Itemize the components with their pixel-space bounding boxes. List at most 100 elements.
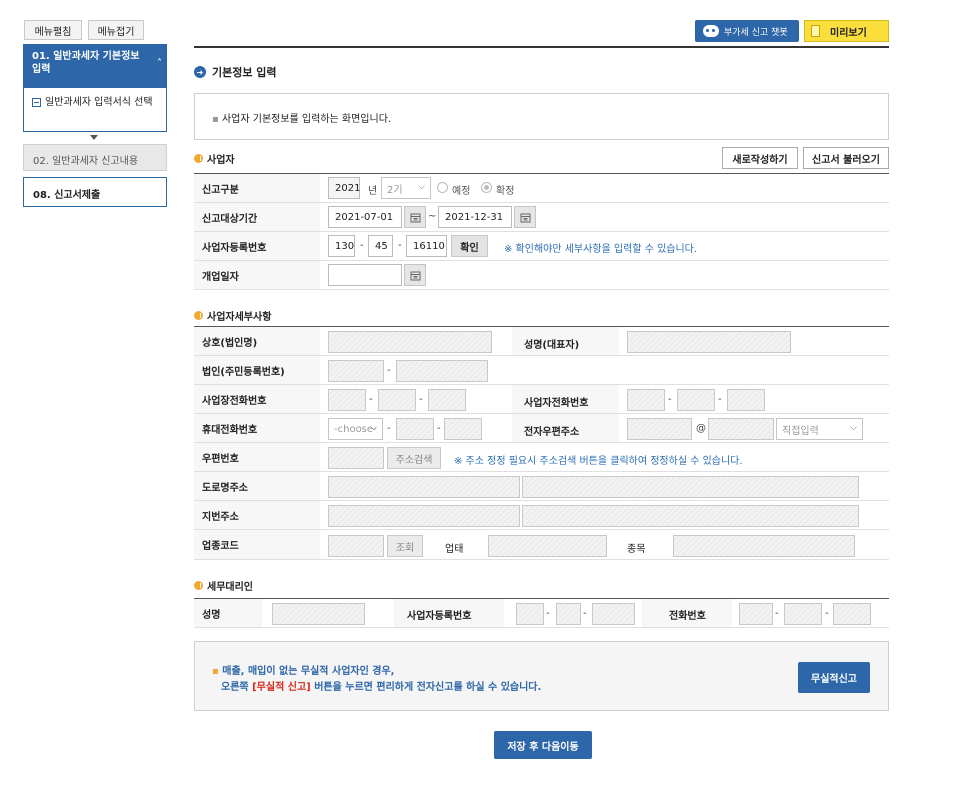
agent-phone-part2[interactable] [784,603,822,625]
sidebar-step1-label: 01. 일반과세자 기본정보 입력 [32,51,140,75]
office-phone-label: 사업장전화번호 [194,385,320,413]
agent-reg-part1[interactable] [516,603,544,625]
load-report-button[interactable]: 신고서 불러오기 [803,147,889,169]
page-title-text: 기본정보 입력 [212,66,277,79]
email-id-input[interactable] [627,418,692,440]
biz-phone-part2[interactable] [677,389,715,411]
arrow-right-circle-icon: ➜ [194,66,206,78]
confirm-button[interactable]: 확인 [451,235,488,257]
mobile-label: 휴대전화번호 [194,414,320,442]
biz-phone-part3[interactable] [727,389,765,411]
business-section-title: 사업자 [194,151,235,166]
business-table: 신고구분 신고대상기간 사업자등록번호 개업일자 2021 년 2기 ⌵ 예정 확… [194,173,889,290]
check-circle-icon [194,311,203,320]
info-box: ▪ 사업자 기본정보를 입력하는 화면입니다. [194,93,889,140]
email-domain-input[interactable] [708,418,774,440]
biz-type-label: 업태 [445,544,464,555]
no-performance-report-button[interactable]: 무실적신고 [798,662,870,693]
jibun-address-input1[interactable] [328,505,520,527]
mobile-prefix-select[interactable]: -choose- ⌵ [328,418,383,440]
mobile-part2[interactable] [396,418,434,440]
corp-no-label: 법인(주민등록번호) [194,356,320,384]
preview-button[interactable]: 미리보기 [804,20,889,42]
notice-box: ▪ 매출, 매입이 없는 무실적 사업자인 경우, 오른쪽 [무실적 신고] 버… [194,641,889,711]
biz-phone-part1[interactable] [627,389,665,411]
check-circle-icon [194,581,203,590]
trade-name-label: 상호(법인명) [194,327,320,355]
road-address-input2[interactable] [522,476,859,498]
chatbot-button[interactable]: 부가세 신고 챗봇 [695,20,799,42]
open-date-input[interactable] [328,264,402,286]
chevron-down-icon: ⌵ [370,423,377,433]
year-unit: 년 [368,186,378,197]
details-section-title: 사업자세부사항 [194,308,271,323]
chevron-up-icon[interactable]: ˄ [157,57,162,70]
table-row: 신고구분 [194,174,889,203]
rep-name-label: 성명(대표자) [524,340,580,351]
open-date-label: 개업일자 [194,261,320,289]
save-next-button[interactable]: 저장 후 다음이동 [494,731,592,759]
target-period-label: 신고대상기간 [194,203,320,231]
preview-label: 미리보기 [830,27,867,39]
item-label: 종목 [627,544,646,555]
agent-reg-part2[interactable] [556,603,581,625]
email-domain-select[interactable]: 직접입력 ⌵ [776,418,863,440]
page-title: ➜ 기본정보 입력 [194,64,277,80]
sidebar-step8[interactable]: 08. 신고서제출 [23,177,167,207]
dash: - [360,240,364,251]
sidebar-step1-sub-item[interactable]: 일반과세자 입력서식 선택 [45,96,163,109]
biz-type-input[interactable] [488,535,607,557]
address-search-button[interactable]: 주소검색 [387,447,441,469]
calendar-icon[interactable] [404,206,426,228]
reg-no-part1[interactable]: 130 [328,235,355,257]
check-circle-icon [194,154,203,163]
agent-name-label: 성명 [194,599,262,627]
rep-name-input[interactable] [627,331,791,353]
lookup-button[interactable]: 조회 [387,535,423,557]
item-input[interactable] [673,535,855,557]
report-type-label: 신고구분 [194,174,320,202]
chevron-down-icon: ⌵ [418,182,425,192]
corp-no-part1[interactable] [328,360,384,382]
sidebar-step1-header[interactable]: 01. 일반과세자 기본정보 입력 ˄ [23,44,167,87]
reg-no-part3[interactable]: 16110 [406,235,447,257]
calendar-icon[interactable] [514,206,536,228]
zip-input[interactable] [328,447,384,469]
header-divider [194,46,889,48]
jibun-address-input2[interactable] [522,505,859,527]
menu-collapse-button[interactable]: 메뉴접기 [88,20,144,40]
office-phone-part3[interactable] [428,389,466,411]
corp-no-part2[interactable] [396,360,488,382]
radio-final[interactable] [481,182,492,193]
menu-expand-button[interactable]: 메뉴펼침 [24,20,82,40]
start-date-input[interactable]: 2021-07-01 [328,206,402,228]
jibun-address-label: 지번주소 [194,501,320,529]
calendar-icon[interactable] [404,264,426,286]
reg-no-part2[interactable]: 45 [368,235,393,257]
industry-code-input[interactable] [328,535,384,557]
mobile-part3[interactable] [444,418,482,440]
office-phone-part1[interactable] [328,389,366,411]
new-write-button[interactable]: 새로작성하기 [722,147,798,169]
agent-phone-part3[interactable] [833,603,871,625]
agent-name-input[interactable] [272,603,365,625]
road-address-input1[interactable] [328,476,520,498]
table-row: 신고대상기간 [194,203,889,232]
agent-reg-part3[interactable] [592,603,635,625]
trade-name-input[interactable] [328,331,492,353]
arrow-down-icon [90,135,98,140]
email-label: 전자우편주소 [524,427,580,438]
reg-no-label: 사업자등록번호 [194,232,320,260]
road-address-label: 도로명주소 [194,472,320,500]
year-field: 2021 [328,177,360,199]
sidebar-step2[interactable]: 02. 일반과세자 신고내용 [23,144,167,171]
office-phone-part2[interactable] [378,389,416,411]
radio-planned[interactable] [437,182,448,193]
end-date-input[interactable]: 2021-12-31 [438,206,512,228]
agent-section-title: 세무대리인 [194,578,253,593]
period-select[interactable]: 2기 ⌵ [381,177,431,199]
radio-planned-label: 예정 [452,186,471,197]
agent-phone-part1[interactable] [739,603,773,625]
agent-reg-label: 사업자등록번호 [407,611,472,622]
tilde: ~ [428,211,437,222]
